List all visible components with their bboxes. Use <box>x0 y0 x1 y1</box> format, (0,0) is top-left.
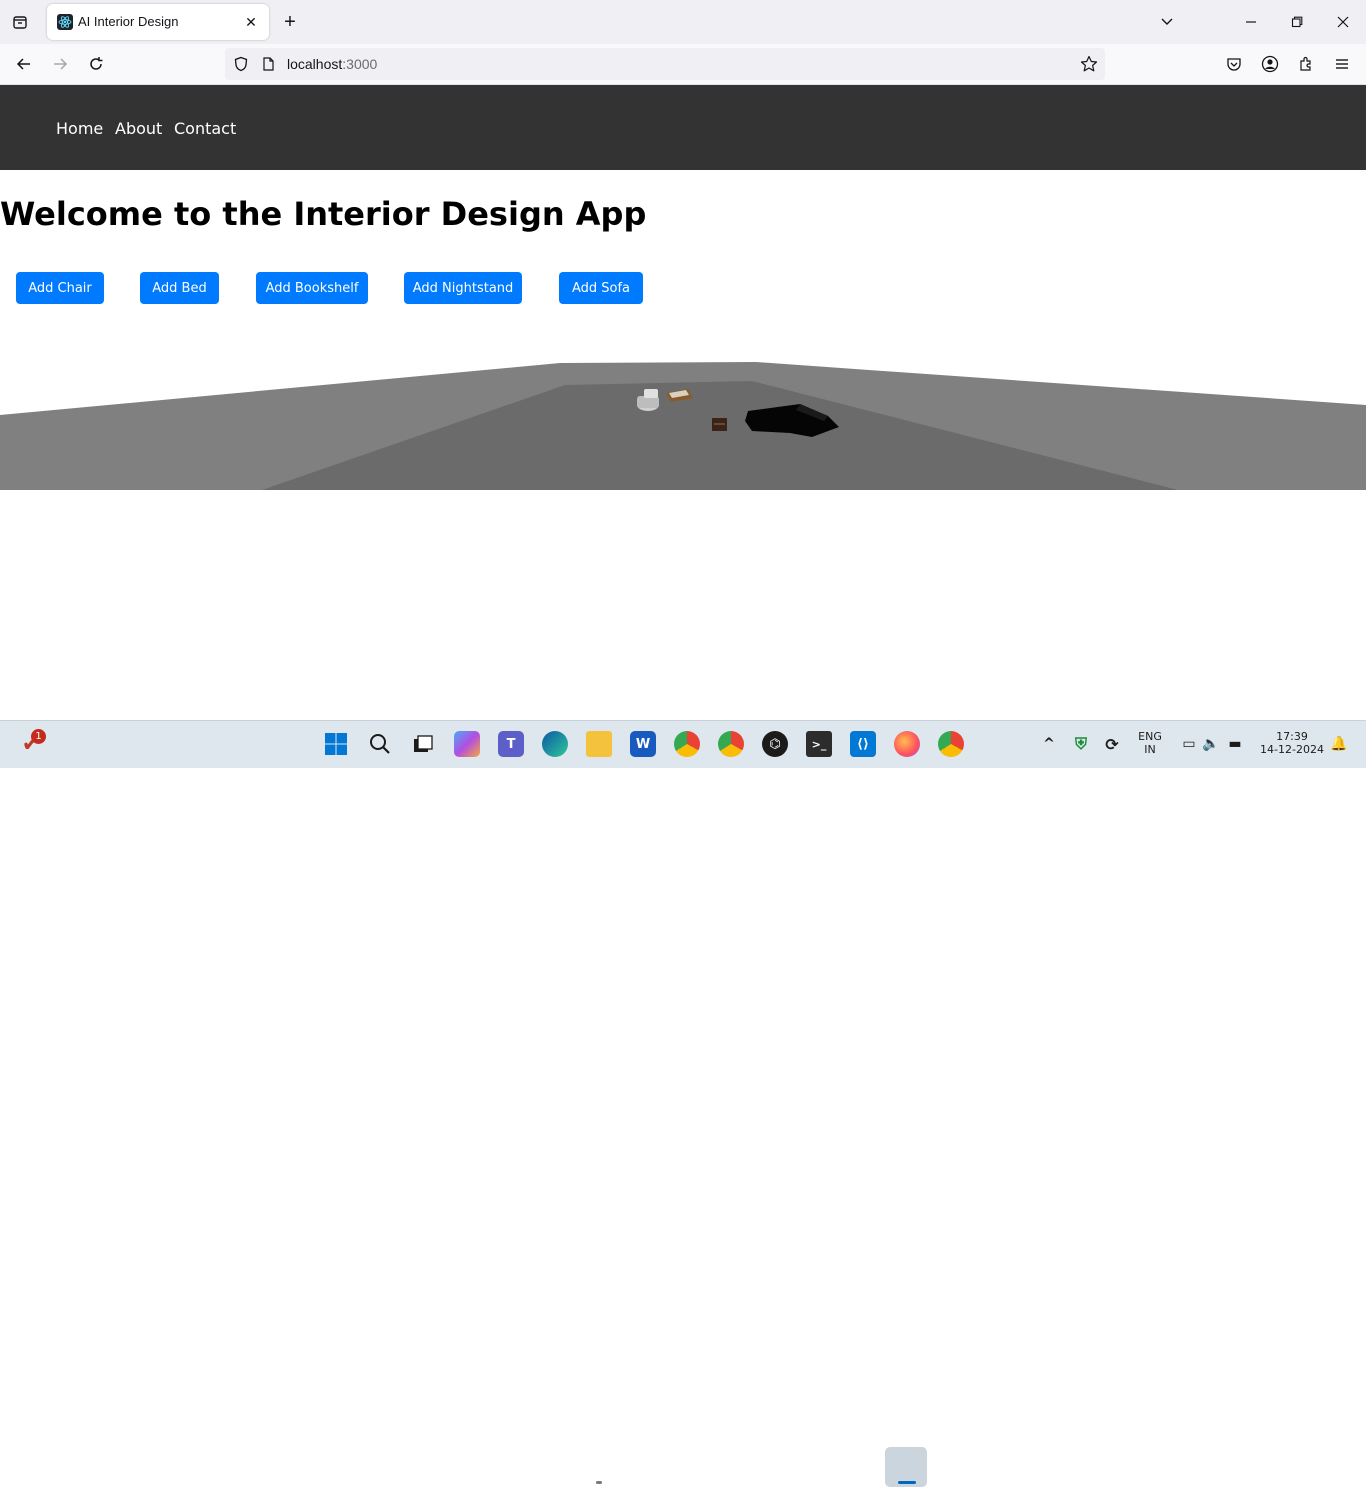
close-tab-icon[interactable]: ✕ <box>241 12 261 32</box>
add-bed-button[interactable]: Add Bed <box>140 272 219 304</box>
clock[interactable]: 17:39 14-12-2024 <box>1256 730 1328 756</box>
browser-tab-bar: AI Interior Design ✕ + <box>0 0 1366 44</box>
nightstand-model <box>712 418 727 431</box>
page-info-icon[interactable] <box>254 50 282 78</box>
shield-icon[interactable] <box>227 50 255 78</box>
copilot-icon[interactable] <box>454 731 480 757</box>
teams-icon[interactable]: T <box>498 731 524 757</box>
firefox-icon[interactable] <box>894 731 920 757</box>
taskbar: ✔ 1 T W ⌬ >_ ⟨⟩ ^ ⛨ ⟳ ENG IN ▭ 🔈 ▬ 17:39… <box>0 720 1366 1487</box>
chevron-down-icon[interactable] <box>1153 8 1181 36</box>
notification-bell-icon[interactable]: 🔔 <box>1326 731 1352 757</box>
tab-active[interactable]: AI Interior Design ✕ <box>47 4 269 40</box>
add-nightstand-button[interactable]: Add Nightstand <box>404 272 522 304</box>
minimize-icon[interactable] <box>1237 8 1265 36</box>
nav-about-link[interactable]: About <box>115 119 162 138</box>
browser-toolbar: localhost:3000 <box>0 44 1366 85</box>
nav-contact-link[interactable]: Contact <box>174 119 236 138</box>
forward-icon[interactable] <box>46 50 74 78</box>
new-tab-icon[interactable]: + <box>276 8 304 36</box>
account-icon[interactable] <box>1256 50 1284 78</box>
page-content: Home About Contact Welcome to the Interi… <box>0 85 1366 720</box>
active-indicator <box>898 1481 916 1484</box>
add-bookshelf-button[interactable]: Add Bookshelf <box>256 272 368 304</box>
search-icon[interactable] <box>367 731 393 757</box>
back-icon[interactable] <box>10 50 38 78</box>
add-chair-button[interactable]: Add Chair <box>16 272 104 304</box>
vscode-icon[interactable]: ⟨⟩ <box>850 731 876 757</box>
url-text[interactable]: localhost:3000 <box>287 56 377 72</box>
reload-icon[interactable] <box>82 50 110 78</box>
terminal-icon[interactable]: >_ <box>806 731 832 757</box>
windows-start-icon[interactable] <box>323 731 349 757</box>
edge-icon[interactable] <box>542 731 568 757</box>
task-view-icon[interactable] <box>410 731 436 757</box>
tab-title: AI Interior Design <box>78 14 179 29</box>
running-indicator <box>596 1481 602 1484</box>
url-port: :3000 <box>342 56 378 72</box>
extensions-icon[interactable] <box>1292 50 1320 78</box>
region-code: IN <box>1144 743 1156 756</box>
clock-time: 17:39 <box>1276 730 1308 743</box>
security-icon[interactable]: ⛨ <box>1068 731 1094 757</box>
chrome-icon[interactable] <box>718 731 744 757</box>
close-window-icon[interactable] <box>1329 8 1357 36</box>
word-icon[interactable]: W <box>630 731 656 757</box>
tab-list-icon[interactable] <box>6 8 34 36</box>
react-logo-icon <box>57 14 73 30</box>
language-indicator[interactable]: ENG IN <box>1134 730 1166 756</box>
tray-overflow-icon[interactable]: ^ <box>1036 731 1062 757</box>
clock-date: 14-12-2024 <box>1260 743 1324 756</box>
github-icon[interactable]: ⌬ <box>762 731 788 757</box>
url-bar[interactable]: localhost:3000 <box>225 48 1105 80</box>
restore-icon[interactable] <box>1283 8 1311 36</box>
sync-icon[interactable]: ⟳ <box>1099 731 1125 757</box>
file-explorer-icon[interactable] <box>586 731 612 757</box>
3d-room-canvas[interactable] <box>0 355 1366 490</box>
battery-icon[interactable]: ▬ <box>1222 731 1248 757</box>
pocket-icon[interactable] <box>1220 50 1248 78</box>
menu-icon[interactable] <box>1328 50 1356 78</box>
bookmark-star-icon[interactable] <box>1075 50 1103 78</box>
language-code: ENG <box>1138 730 1162 743</box>
notification-badge: 1 <box>31 729 46 744</box>
url-host: localhost <box>287 56 343 72</box>
chrome-profile-icon[interactable] <box>674 731 700 757</box>
volume-icon[interactable]: 🔈 <box>1198 731 1224 757</box>
site-navbar: Home About Contact <box>0 85 1366 170</box>
chrome-user-icon[interactable] <box>938 731 964 757</box>
page-title: Welcome to the Interior Design App <box>0 195 647 233</box>
add-sofa-button[interactable]: Add Sofa <box>559 272 643 304</box>
nav-home-link[interactable]: Home <box>56 119 103 138</box>
